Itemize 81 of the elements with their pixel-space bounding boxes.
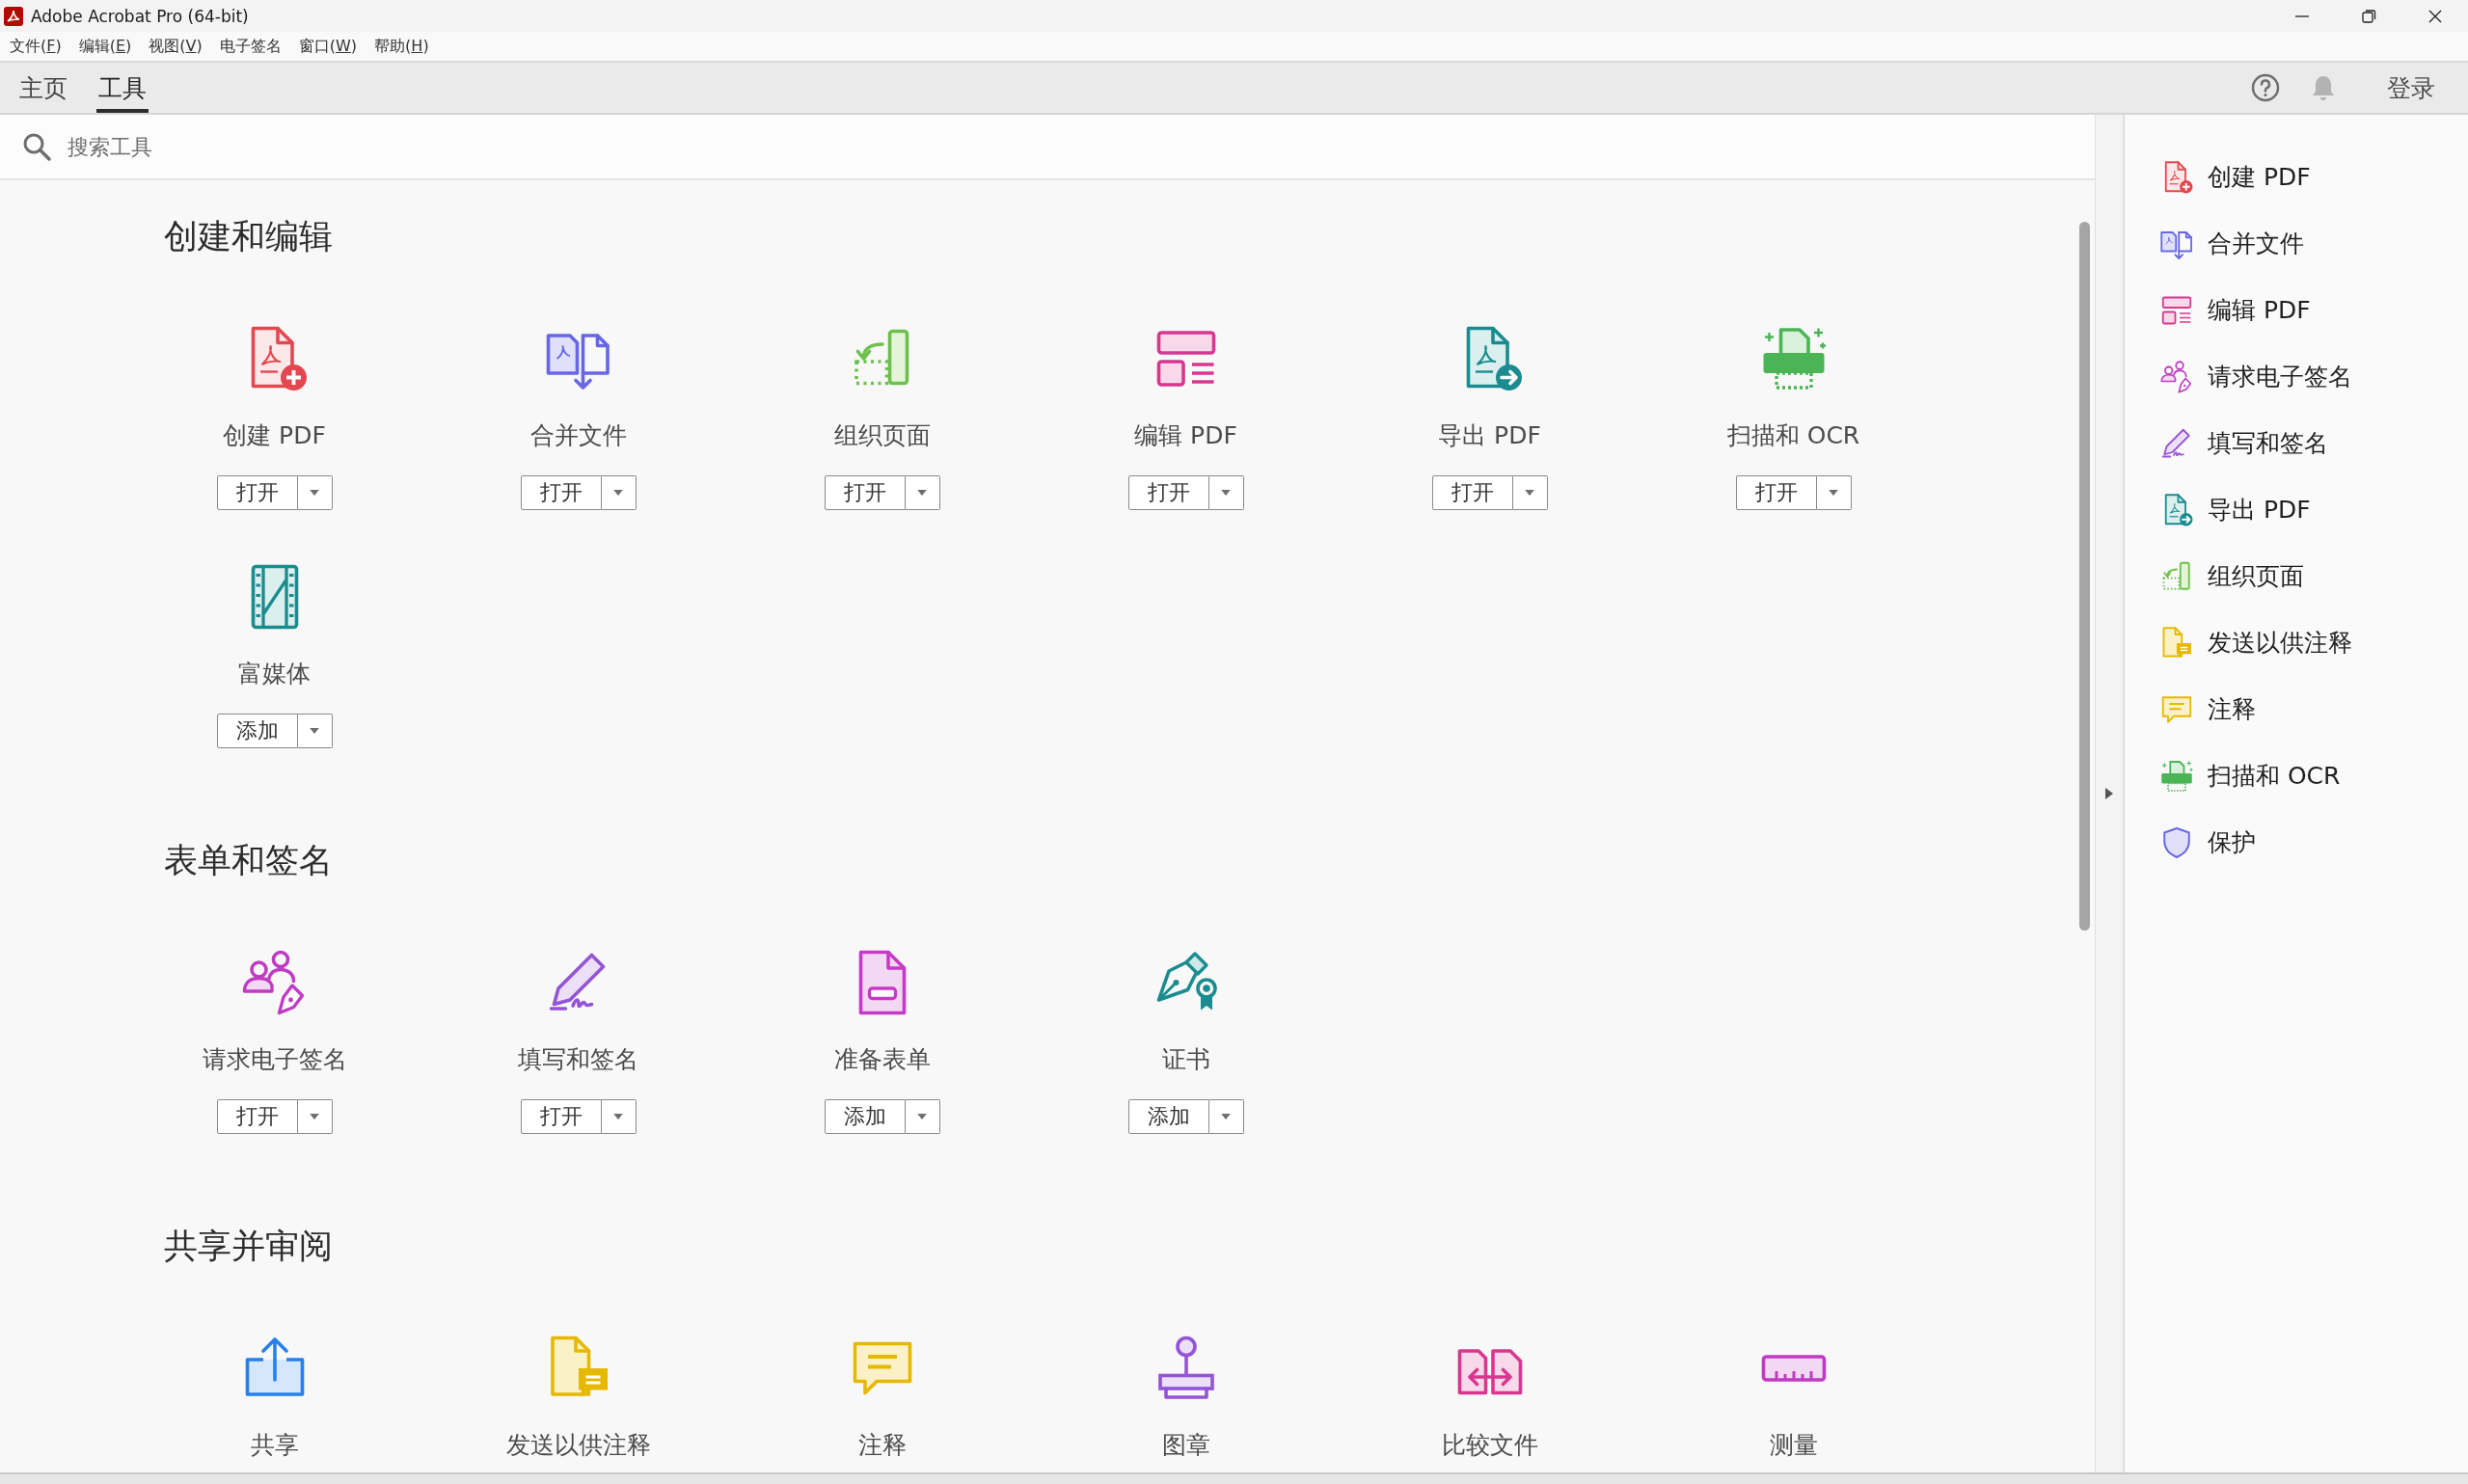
tool-name: 比较文件 xyxy=(1441,1431,1538,1460)
tool-name: 合并文件 xyxy=(529,421,627,450)
caret-icon xyxy=(1829,490,1838,496)
tool-name: 发送以供注释 xyxy=(505,1431,651,1460)
sidebar-link[interactable]: 请求电子签名 xyxy=(2208,361,2352,392)
sidebar-link[interactable]: 创建 PDF xyxy=(2208,161,2311,193)
tool-name: 扫描和 OCR xyxy=(1726,421,1860,450)
tool-name: 创建 PDF xyxy=(223,421,326,450)
caret-icon xyxy=(1525,490,1534,496)
dropdown-button[interactable] xyxy=(601,475,637,510)
caret-icon xyxy=(310,1114,319,1120)
tool-action-button[interactable]: 打开 xyxy=(1735,475,1817,510)
tool-action-button[interactable]: 添加 xyxy=(1127,1099,1209,1134)
dropdown-button[interactable] xyxy=(1208,1099,1244,1134)
tool-action-button[interactable]: 添加 xyxy=(216,714,298,748)
dropdown-button[interactable] xyxy=(297,475,333,510)
tool-name: 请求电子签名 xyxy=(202,1045,347,1074)
dropdown-button[interactable] xyxy=(1816,475,1852,510)
caret-icon xyxy=(310,490,319,496)
sidebar-link[interactable]: 合并文件 xyxy=(2208,228,2304,259)
dropdown-button[interactable] xyxy=(601,1099,637,1134)
search-field[interactable]: 搜索工具 xyxy=(66,133,644,160)
dropdown-button[interactable] xyxy=(1208,475,1244,510)
window-title: Adobe Acrobat Pro (64-bit) xyxy=(31,6,249,26)
tool-name: 富媒体 xyxy=(238,660,311,688)
dropdown-button[interactable] xyxy=(297,1099,333,1134)
tool-action-button[interactable]: 打开 xyxy=(216,475,298,510)
section-heading: 共享并审阅 xyxy=(164,1226,334,1267)
tool-name: 图章 xyxy=(1161,1431,1210,1460)
tool-action-button[interactable]: 打开 xyxy=(824,475,906,510)
caret-icon xyxy=(613,1114,623,1120)
tab[interactable]: 主页 xyxy=(17,63,69,113)
tool-name: 测量 xyxy=(1769,1431,1818,1460)
sidebar-link[interactable]: 组织页面 xyxy=(2208,560,2304,592)
tool-name: 组织页面 xyxy=(833,421,931,450)
sidebar-link[interactable]: 导出 PDF xyxy=(2208,494,2311,526)
caret-icon xyxy=(1221,1114,1231,1120)
menu-item[interactable]: 文件(F) xyxy=(4,34,68,59)
tool-name: 导出 PDF xyxy=(1438,421,1541,450)
tool-action-button[interactable]: 打开 xyxy=(1127,475,1209,510)
scrollbar-thumb[interactable] xyxy=(2079,222,2090,931)
sidebar-link[interactable]: 扫描和 OCR xyxy=(2208,760,2341,792)
search-icon xyxy=(21,131,52,162)
caret-icon xyxy=(917,490,927,496)
tool-action-button[interactable]: 打开 xyxy=(216,1099,298,1134)
sidebar-link[interactable]: 编辑 PDF xyxy=(2208,294,2311,326)
people-pen-icon[interactable] xyxy=(2159,359,2194,394)
help-icon[interactable] xyxy=(2250,72,2281,103)
tool-action-button[interactable]: 添加 xyxy=(824,1099,906,1134)
caret-icon xyxy=(917,1114,927,1120)
section-heading: 创建和编辑 xyxy=(164,216,334,257)
tool-name: 注释 xyxy=(857,1431,907,1460)
menu-item[interactable]: 帮助(H) xyxy=(368,34,435,59)
sign-in-link[interactable]: 登录 xyxy=(2387,71,2435,104)
tool-action-button[interactable]: 打开 xyxy=(520,1099,602,1134)
sidebar-link[interactable]: 发送以供注释 xyxy=(2208,627,2352,659)
caret-icon xyxy=(1221,490,1231,496)
sidebar-link[interactable]: 注释 xyxy=(2208,693,2256,725)
dropdown-button[interactable] xyxy=(905,475,940,510)
menu-item[interactable]: 视图(V) xyxy=(143,34,208,59)
dropdown-button[interactable] xyxy=(1512,475,1548,510)
tool-name: 填写和签名 xyxy=(518,1045,638,1074)
dropdown-button[interactable] xyxy=(905,1099,940,1134)
tool-name: 准备表单 xyxy=(833,1045,931,1074)
expand-arrow-icon[interactable] xyxy=(2104,787,2114,800)
tool-action-button[interactable]: 打开 xyxy=(1431,475,1513,510)
tool-name: 共享 xyxy=(250,1431,299,1460)
tool-name: 编辑 PDF xyxy=(1134,421,1237,450)
menu-item[interactable]: 电子签名 xyxy=(213,34,287,59)
menu-item[interactable]: 窗口(W) xyxy=(292,34,364,59)
sidebar-link[interactable]: 填写和签名 xyxy=(2208,427,2328,459)
scanner-icon[interactable] xyxy=(2159,758,2194,794)
dropdown-button[interactable] xyxy=(297,714,333,748)
menu-item[interactable]: 编辑(E) xyxy=(72,34,138,59)
tool-action-button[interactable]: 打开 xyxy=(520,475,602,510)
app-logo-icon xyxy=(4,6,23,26)
sidebar-link[interactable]: 保护 xyxy=(2208,826,2256,858)
caret-icon xyxy=(613,490,623,496)
section-heading: 表单和签名 xyxy=(164,840,334,881)
caret-icon xyxy=(310,728,319,734)
tool-name: 证书 xyxy=(1161,1045,1210,1074)
